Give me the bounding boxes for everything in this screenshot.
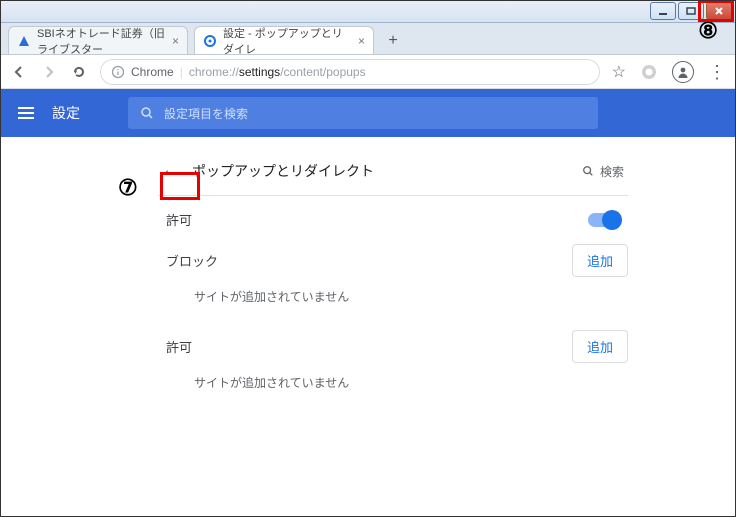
tab-title: 設定 - ポップアップとリダイレ	[223, 25, 352, 57]
annotation-highlight-7	[160, 172, 200, 200]
tab-title: SBIネオトレード証券（旧ライブスター	[37, 25, 166, 57]
popups-panel: ← ポップアップとリダイレクト 検索 許可 ブロック 追加 サイトが追加されてい…	[158, 155, 628, 415]
url-prefix: chrome://	[189, 65, 239, 79]
settings-search-placeholder: 設定項目を検索	[164, 105, 248, 122]
nav-back-button[interactable]	[10, 63, 28, 81]
settings-header-bar: 設定 設定項目を検索	[0, 89, 736, 137]
window-minimize-button[interactable]	[650, 2, 676, 20]
new-tab-button[interactable]: +	[380, 28, 406, 54]
add-allow-site-button[interactable]: 追加	[572, 330, 628, 363]
section-allow-label: 許可	[158, 329, 200, 364]
allow-toggle-label: 許可	[166, 210, 192, 229]
browser-toolbar: Chrome | chrome://settings/content/popup…	[0, 55, 736, 89]
nav-reload-button[interactable]	[70, 63, 88, 81]
favicon-sbi	[17, 34, 31, 48]
search-icon	[140, 106, 154, 120]
add-block-site-button[interactable]: 追加	[572, 244, 628, 277]
url-path: /content/popups	[280, 65, 365, 79]
extension-icon[interactable]	[640, 63, 658, 81]
nav-forward-button[interactable]	[40, 63, 58, 81]
allow-empty-text: サイトが追加されていません	[158, 364, 628, 415]
tab-close-icon[interactable]: ×	[172, 34, 179, 48]
site-info-icon	[111, 65, 125, 79]
settings-title: 設定	[52, 103, 80, 123]
browser-tab-1[interactable]: 設定 - ポップアップとリダイレ ×	[194, 26, 374, 54]
tab-close-icon[interactable]: ×	[358, 34, 365, 48]
allow-toggle-switch[interactable]	[588, 213, 620, 227]
browser-tabstrip: SBIネオトレード証券（旧ライブスター × 設定 - ポップアップとリダイレ ×…	[0, 23, 736, 55]
browser-tab-0[interactable]: SBIネオトレード証券（旧ライブスター ×	[8, 26, 188, 54]
annotation-step-7	[118, 175, 138, 201]
panel-title: ポップアップとリダイレクト	[192, 161, 374, 181]
block-empty-text: サイトが追加されていません	[158, 278, 628, 329]
address-bar[interactable]: Chrome | chrome://settings/content/popup…	[100, 59, 600, 85]
settings-search-input[interactable]: 設定項目を検索	[128, 97, 598, 129]
hamburger-menu-icon[interactable]	[18, 107, 34, 119]
account-avatar-icon[interactable]	[672, 61, 694, 83]
panel-search[interactable]: 検索	[582, 163, 624, 180]
window-titlebar	[0, 0, 736, 23]
annotation-highlight-8	[698, 0, 734, 22]
allow-toggle-row: 許可	[158, 196, 628, 243]
star-bookmark-icon[interactable]: ☆	[612, 62, 626, 82]
section-block-label: ブロック	[158, 243, 226, 278]
settings-content: ← ポップアップとリダイレクト 検索 許可 ブロック 追加 サイトが追加されてい…	[0, 137, 736, 415]
url-scheme-label: Chrome	[131, 65, 174, 79]
panel-search-label: 検索	[600, 163, 624, 180]
search-icon	[582, 165, 594, 177]
url-host: settings	[239, 65, 280, 79]
favicon-settings-icon	[203, 34, 217, 48]
